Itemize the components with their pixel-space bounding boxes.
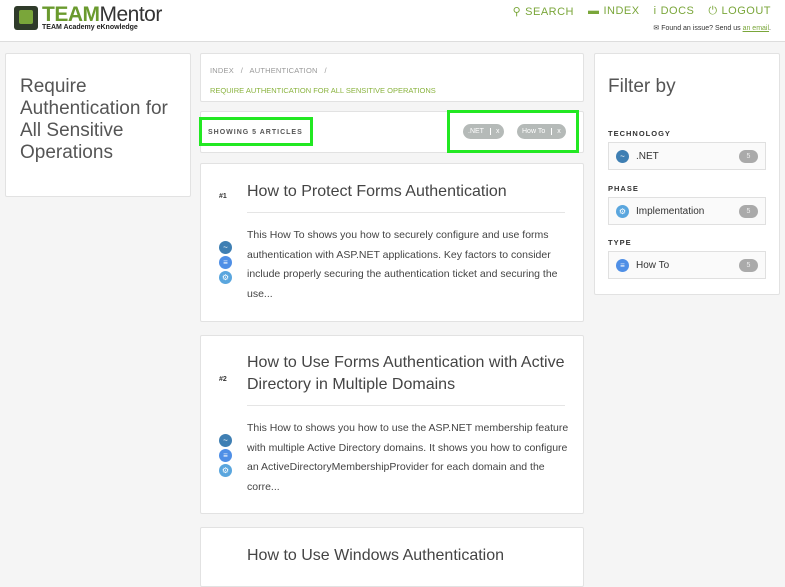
page-title: Require Authentication for All Sensitive… [20,76,168,163]
issue-text: Found an issue? Send us [661,25,743,32]
title-panel: Require Authentication for All Sensitive… [5,53,191,197]
highlight-box [199,117,313,146]
logo-title: Mentor [99,3,163,26]
filter-item-dotnet[interactable]: ~ .NET 5 [608,142,766,170]
info-icon: i [653,5,657,17]
count-badge: 5 [739,259,758,272]
filter-group-label: TYPE [608,238,632,247]
nav-docs[interactable]: i DOCS [654,5,695,18]
logo[interactable]: TEAMMentor TEAM Academy eKnowledge [14,3,163,31]
logo-title-bold: TEAM [42,3,100,26]
nav-label: INDEX [603,5,640,17]
top-nav: ⚲ SEARCH ▬ INDEX i DOCS ⏻ LOGOUT [513,5,771,18]
folder-icon: ▬ [587,5,600,17]
article-number: #1 [219,193,227,200]
filter-group-label: TECHNOLOGY [608,129,671,138]
article-card[interactable]: #1 How to Protect Forms Authentication ~… [200,163,584,322]
nav-label: DOCS [660,5,695,17]
article-summary: This How to shows you how to use the ASP… [247,422,569,493]
article-title[interactable]: How to Protect Forms Authentication [247,181,565,213]
highlight-box [447,110,579,153]
filter-item-howto[interactable]: ≡ How To 5 [608,251,766,279]
breadcrumb-sep: / [324,66,327,75]
article-title[interactable]: How to Use Forms Authentication with Act… [247,352,565,406]
gear-icon: ⚙ [219,271,232,284]
article-icons: ~ ≡ ⚙ [219,434,232,477]
nav-label: LOGOUT [721,5,771,17]
article-title[interactable]: How to Use Windows Authentication [247,545,565,576]
search-icon: ⚲ [512,6,522,18]
issue-end: . [769,25,771,32]
breadcrumb-index[interactable]: INDEX [210,66,234,75]
nav-index[interactable]: ▬ INDEX [588,5,640,18]
nav-search[interactable]: ⚲ SEARCH [513,5,574,18]
article-summary: This How To shows you how to securely co… [247,229,558,300]
filter-group-label: PHASE [608,184,639,193]
filter-item-label: .NET [636,150,659,162]
breadcrumb-sep: / [240,66,244,75]
filter-item-label: Implementation [636,205,705,217]
filter-title: Filter by [608,76,676,97]
dotnet-icon: ~ [616,149,629,163]
dotnet-icon: ~ [219,434,232,447]
list-icon: ≡ [219,449,232,462]
filter-item-label: How To [636,259,670,271]
nav-label: SEARCH [525,6,574,18]
breadcrumb-current: REQUIRE AUTHENTICATION FOR ALL SENSITIVE… [210,86,436,95]
count-badge: 5 [739,205,758,218]
header: TEAMMentor TEAM Academy eKnowledge ⚲ SEAR… [0,0,785,42]
filter-item-implementation[interactable]: ⚙ Implementation 5 [608,197,766,225]
issue-notice: ✉ Found an issue? Send us an email. [653,24,771,32]
list-icon: ≡ [219,256,232,269]
logo-icon [14,6,38,30]
dotnet-icon: ~ [219,241,232,254]
power-icon: ⏻ [708,5,718,17]
nav-logout[interactable]: ⏻ LOGOUT [708,5,771,18]
gear-icon: ⚙ [616,204,629,218]
breadcrumb: INDEX / AUTHENTICATION / REQUIRE AUTHENT… [200,53,584,102]
breadcrumb-authentication[interactable]: AUTHENTICATION [250,66,318,75]
article-number: #2 [219,376,227,383]
article-card[interactable]: #2 How to Use Forms Authentication with … [200,335,584,514]
article-icons: ~ ≡ ⚙ [219,241,232,284]
email-link[interactable]: an email [743,25,769,32]
list-icon: ≡ [616,258,629,272]
gear-icon: ⚙ [219,464,232,477]
count-badge: 5 [739,150,758,163]
article-card[interactable]: How to Use Windows Authentication [200,527,584,587]
filter-panel: Filter by TECHNOLOGY ~ .NET 5 PHASE ⚙ Imple… [594,53,780,295]
